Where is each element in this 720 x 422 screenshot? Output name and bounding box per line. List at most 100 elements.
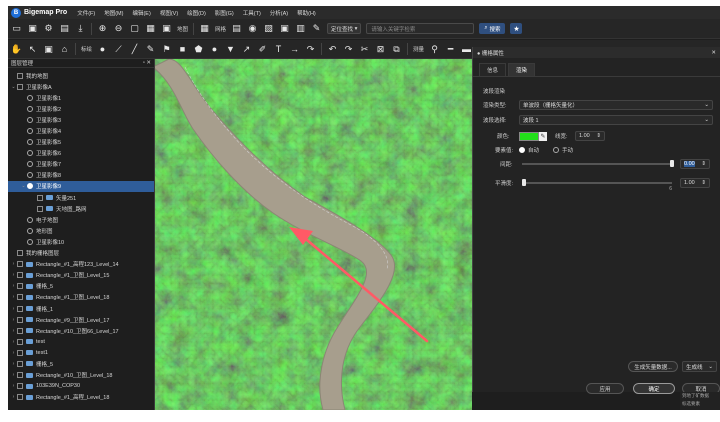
apply-button[interactable]: 应用 bbox=[586, 383, 624, 394]
pencil-icon[interactable]: ✎ bbox=[145, 44, 156, 55]
expand-arrow-icon[interactable]: › bbox=[10, 350, 17, 356]
measure-line-icon[interactable]: ━ bbox=[445, 44, 456, 55]
layer-checkbox[interactable] bbox=[17, 305, 23, 312]
arrow-tool-icon[interactable]: → bbox=[289, 44, 300, 55]
color-picker-icon[interactable]: ✎ bbox=[539, 131, 547, 141]
rectangle-icon[interactable]: ■ bbox=[177, 44, 188, 55]
layer-radio[interactable] bbox=[27, 172, 33, 179]
layer-tree-item[interactable]: › Rectangle_#1_卫图_Level_18 bbox=[8, 292, 154, 303]
smooth-slider-knob[interactable] bbox=[522, 179, 526, 186]
menu-item[interactable]: 文件(F) bbox=[77, 9, 95, 17]
layer-tree-item[interactable]: › 103E39N_COP30 bbox=[8, 381, 154, 392]
measure-area-icon[interactable]: ▬ bbox=[461, 44, 472, 55]
layer-checkbox[interactable] bbox=[17, 283, 23, 290]
layer-tree-item[interactable]: › 栅格_5 bbox=[8, 281, 154, 292]
layer-checkbox[interactable] bbox=[17, 83, 23, 90]
favorite-button[interactable]: ★ bbox=[510, 23, 523, 34]
layer-tree-item[interactable]: 矢量251 bbox=[8, 192, 154, 203]
pin-icon[interactable]: ● bbox=[97, 44, 108, 55]
generate-type-select[interactable]: 生成线 ⌄ bbox=[682, 361, 717, 372]
expand-arrow-icon[interactable]: › bbox=[10, 294, 17, 300]
layer-tree-item[interactable]: › Rectangle_#1_高程123_Level_14 bbox=[8, 259, 154, 270]
undo-icon[interactable]: ↶ bbox=[327, 44, 338, 55]
menu-item[interactable]: 编辑(E) bbox=[132, 9, 150, 17]
layer-radio[interactable] bbox=[27, 94, 33, 101]
layer-tree-item[interactable]: 卫星影像10 bbox=[8, 236, 154, 247]
layer-checkbox[interactable] bbox=[17, 349, 23, 356]
edit-icon[interactable]: ✐ bbox=[257, 44, 268, 55]
panel-icon[interactable]: ▣ bbox=[279, 23, 290, 34]
curve-icon[interactable]: ↷ bbox=[305, 44, 316, 55]
measure-point-icon[interactable]: ⚲ bbox=[429, 44, 440, 55]
save-icon[interactable]: ▣ bbox=[27, 23, 38, 34]
layer-checkbox[interactable] bbox=[17, 338, 23, 345]
dialog-close-icon[interactable]: ✕ bbox=[711, 50, 716, 56]
layer-checkbox[interactable] bbox=[17, 72, 23, 79]
delete-icon[interactable]: ⊠ bbox=[375, 44, 386, 55]
linewidth-spinbox[interactable]: 1.00 ⇕ bbox=[575, 131, 605, 141]
expand-arrow-icon[interactable]: › bbox=[10, 394, 17, 400]
expand-arrow-icon[interactable]: › bbox=[10, 283, 17, 289]
redo-icon[interactable]: ↷ bbox=[343, 44, 354, 55]
tab-render[interactable]: 渲染 bbox=[508, 63, 536, 76]
line-icon[interactable]: ╱ bbox=[129, 44, 140, 55]
export-icon[interactable]: ⤓ bbox=[75, 23, 86, 34]
expand-arrow-icon[interactable]: › bbox=[10, 339, 17, 345]
close-icon[interactable]: ✕ bbox=[146, 60, 151, 66]
menu-item[interactable]: 影图(G) bbox=[215, 9, 234, 17]
grid-icon[interactable]: ▦ bbox=[199, 23, 210, 34]
layer-tree-item[interactable]: › test1 bbox=[8, 347, 154, 358]
layer-tree-item[interactable]: › Rectangle_#10_卫图_Level_18 bbox=[8, 370, 154, 381]
image-icon[interactable]: ▨ bbox=[263, 23, 274, 34]
layer-checkbox[interactable] bbox=[17, 360, 23, 367]
menu-item[interactable]: 地图(M) bbox=[104, 9, 123, 17]
expand-arrow-icon[interactable]: › bbox=[10, 261, 17, 267]
zoom-out-icon[interactable]: ⊖ bbox=[113, 23, 124, 34]
draw-line-icon[interactable]: ↗ bbox=[241, 44, 252, 55]
extent-icon[interactable]: ▦ bbox=[145, 23, 156, 34]
layer-tree-item[interactable]: 卫星影像5 bbox=[8, 137, 154, 148]
layer-tree-item[interactable]: 天地图_路网 bbox=[8, 203, 154, 214]
text-icon[interactable]: T bbox=[273, 44, 284, 55]
map-label[interactable]: 地图 bbox=[177, 25, 188, 33]
layer-radio[interactable] bbox=[27, 216, 33, 223]
layer-checkbox[interactable] bbox=[37, 205, 43, 212]
layer-tree-item[interactable]: 我的地图 bbox=[8, 70, 154, 81]
mark-label[interactable]: 标绘 bbox=[81, 45, 92, 53]
layer-tree-item[interactable]: › Rectangle_#9_卫图_Level_17 bbox=[8, 314, 154, 325]
render-type-select[interactable]: 单波段（栅格矢量化） ⌄ bbox=[519, 100, 713, 110]
layer-radio[interactable] bbox=[27, 183, 33, 190]
globe-icon[interactable]: ◉ bbox=[247, 23, 258, 34]
search-input[interactable]: 请输入关键字检索 bbox=[366, 23, 475, 34]
grid-label[interactable]: 网格 bbox=[215, 25, 226, 33]
expand-arrow-icon[interactable]: › bbox=[10, 272, 17, 278]
flag-icon[interactable]: ⚑ bbox=[161, 44, 172, 55]
gear-icon[interactable]: ⚙ bbox=[43, 23, 54, 34]
expand-arrow-icon[interactable]: › bbox=[10, 361, 17, 367]
select-box-icon[interactable]: ▣ bbox=[43, 44, 54, 55]
layer-radio[interactable] bbox=[27, 128, 33, 135]
expand-arrow-icon[interactable]: ⌄ bbox=[10, 84, 17, 90]
ok-button[interactable]: 确定 bbox=[633, 383, 675, 394]
interval-spinbox[interactable]: 0.00 ⇕ bbox=[680, 159, 710, 169]
chart-icon[interactable]: ▥ bbox=[295, 23, 306, 34]
auto-radio[interactable] bbox=[519, 147, 525, 153]
menu-item[interactable]: 绘图(D) bbox=[187, 9, 206, 17]
table-icon[interactable]: ▤ bbox=[231, 23, 242, 34]
float-icon[interactable]: ▫ bbox=[143, 60, 145, 66]
tab-info[interactable]: 信息 bbox=[479, 63, 507, 76]
layer-tree-item[interactable]: › test bbox=[8, 336, 154, 347]
layer-tree-item[interactable]: 卫星影像7 bbox=[8, 159, 154, 170]
layer-radio[interactable] bbox=[27, 116, 33, 123]
expand-arrow-icon[interactable]: › bbox=[10, 383, 17, 389]
layer-tree-item[interactable]: 地形图 bbox=[8, 225, 154, 236]
locate-select[interactable]: 定位查找 ▾ bbox=[327, 23, 362, 34]
layer-tree-item[interactable]: 我的栅格图层 bbox=[8, 248, 154, 259]
search-button[interactable]: ⌕ 搜索 bbox=[479, 23, 506, 34]
layer-tree-item[interactable]: 卫星影像1 bbox=[8, 92, 154, 103]
layer-checkbox[interactable] bbox=[17, 316, 23, 323]
layer-tree-item[interactable]: 卫星影像4 bbox=[8, 125, 154, 136]
layer-checkbox[interactable] bbox=[37, 194, 43, 201]
layer-checkbox[interactable] bbox=[17, 372, 23, 379]
select-arrow-icon[interactable]: ↖ bbox=[27, 44, 38, 55]
